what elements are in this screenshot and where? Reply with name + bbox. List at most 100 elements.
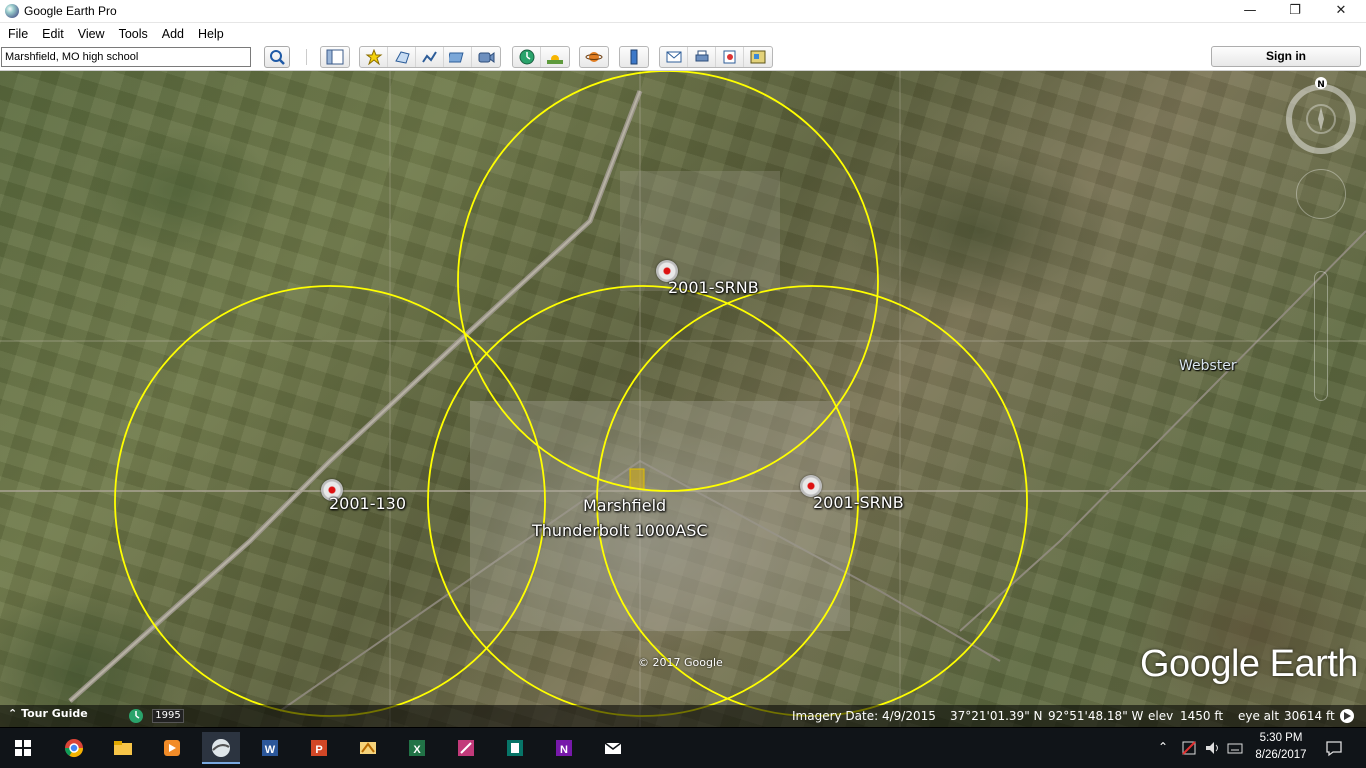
- excel-icon: X: [409, 740, 425, 756]
- town-label-webster: Webster: [1179, 358, 1237, 374]
- word-icon: W: [262, 740, 278, 756]
- taskbar-clock-time[interactable]: 5:30 PM: [1250, 732, 1312, 744]
- sunlight-icon: [547, 55, 563, 64]
- compass-control[interactable]: N: [1281, 77, 1361, 157]
- taskbar-media-player[interactable]: [153, 732, 191, 764]
- switch-planet-button[interactable]: [580, 47, 608, 67]
- historical-imagery-icon: [519, 49, 535, 65]
- elevation-label: elev: [1148, 709, 1174, 723]
- mail-icon: [604, 742, 622, 754]
- folder-icon: [114, 741, 132, 755]
- subdivision-area: [620, 171, 780, 291]
- taskbar-onenote[interactable]: N: [545, 732, 583, 764]
- search-button[interactable]: [264, 46, 290, 68]
- taskbar-powerpoint[interactable]: P: [300, 732, 338, 764]
- show-hidden-icons-chevron-icon[interactable]: ⌃: [1158, 740, 1168, 754]
- google-earth-window: Google Earth Pro — ❐ ✕ File Edit View Tools…: [0, 0, 1366, 768]
- imagery-copyright: © 2017 Google: [638, 656, 723, 669]
- historical-imagery-button[interactable]: [513, 47, 541, 67]
- maximize-button[interactable]: ❐: [1272, 0, 1318, 23]
- add-polygon-button[interactable]: [388, 47, 416, 67]
- sidebar-toggle-button[interactable]: [321, 47, 349, 67]
- view-in-maps-icon: [750, 50, 766, 64]
- record-tour-icon: [478, 52, 495, 63]
- imagery-date: Imagery Date: 4/9/2015: [792, 709, 936, 723]
- search-input[interactable]: [1, 47, 251, 67]
- taskbar-word[interactable]: W: [251, 732, 289, 764]
- ruler-button[interactable]: [620, 47, 648, 67]
- email-icon: [666, 51, 682, 63]
- historical-imagery-year[interactable]: 1995: [152, 709, 184, 723]
- publisher-icon: [507, 740, 523, 756]
- add-path-button[interactable]: [416, 47, 444, 67]
- close-button[interactable]: ✕: [1318, 0, 1364, 23]
- historical-imagery-status-icon[interactable]: [128, 708, 144, 724]
- road: [959, 230, 1366, 632]
- print-button[interactable]: [688, 47, 716, 67]
- placemark-label-center[interactable]: Marshfield: [583, 496, 666, 515]
- svg-text:W: W: [265, 744, 276, 756]
- print-icon: [695, 50, 709, 62]
- toolbar: [0, 43, 1366, 71]
- minimize-button[interactable]: —: [1227, 0, 1273, 23]
- eye-altitude-value: 30614 ft: [1284, 709, 1335, 723]
- taskbar-excel[interactable]: X: [398, 732, 436, 764]
- planet-icon: [585, 52, 603, 62]
- save-image-button[interactable]: [716, 47, 744, 67]
- earth-map-view[interactable]: 2001-SRNB 2001-130 2001-SRNB Marshfield …: [0, 71, 1366, 727]
- svg-text:N: N: [560, 744, 568, 756]
- windows-logo-icon: [15, 740, 31, 756]
- taskbar-sketch-app[interactable]: [349, 732, 387, 764]
- school-building-outline: [629, 468, 645, 490]
- view-in-maps-button[interactable]: [744, 47, 772, 67]
- look-joystick[interactable]: [1296, 169, 1346, 219]
- windows-taskbar: W P X N ⌃ 5:30 PM 8/26/2017: [0, 728, 1366, 768]
- taskbar-clock-date[interactable]: 8/26/2017: [1250, 749, 1312, 761]
- add-placemark-button[interactable]: [360, 47, 388, 67]
- window-title: Google Earth Pro: [24, 4, 117, 18]
- elevation-value: 1450 ft: [1180, 709, 1224, 723]
- windows-start-button[interactable]: [4, 732, 42, 764]
- zoom-slider[interactable]: [1314, 271, 1328, 401]
- sunlight-button[interactable]: [541, 47, 569, 67]
- taskbar-onenote-purple[interactable]: [447, 732, 485, 764]
- email-button[interactable]: [660, 47, 688, 67]
- record-tour-button[interactable]: [472, 47, 500, 67]
- sidebar-icon: [326, 49, 344, 65]
- taskbar-publisher[interactable]: [496, 732, 534, 764]
- taskbar-chrome[interactable]: [55, 732, 93, 764]
- keyboard-icon[interactable]: [1227, 740, 1243, 756]
- taskbar-file-explorer[interactable]: [104, 732, 142, 764]
- action-center-icon[interactable]: [1325, 739, 1343, 757]
- taskbar-mail[interactable]: [594, 732, 632, 764]
- ruler-icon: [630, 49, 638, 65]
- taskbar-google-earth[interactable]: [202, 732, 240, 764]
- path-icon: [422, 51, 437, 63]
- placemark-label-east[interactable]: 2001-SRNB: [813, 493, 904, 512]
- add-tools-group: [359, 46, 501, 68]
- compass-north-letter: N: [1317, 80, 1325, 90]
- placemark-label-north[interactable]: 2001-SRNB: [668, 278, 759, 297]
- image-overlay-icon: [449, 52, 464, 63]
- save-image-icon: [723, 50, 736, 64]
- planets-group: [579, 46, 609, 68]
- menu-bar: File Edit View Tools Add Help: [0, 23, 1366, 43]
- status-bar: ⌃ Tour Guide 1995 Imagery Date: 4/9/2015…: [0, 705, 1366, 727]
- map-overlay: [0, 71, 1366, 727]
- eye-altitude-label: eye alt: [1238, 709, 1280, 723]
- google-earth-logo: Google Earth: [1140, 643, 1358, 685]
- tour-guide-button[interactable]: ⌃ Tour Guide: [8, 707, 88, 725]
- network-disconnected-icon[interactable]: [1181, 740, 1197, 756]
- title-bar: Google Earth Pro — ❐ ✕: [0, 0, 1366, 23]
- onenote-icon: N: [556, 740, 572, 756]
- svg-text:P: P: [315, 744, 322, 756]
- polygon-icon: [395, 51, 410, 64]
- placemark-label-west[interactable]: 2001-130: [329, 494, 406, 513]
- sign-in-button[interactable]: Sign in: [1211, 46, 1361, 67]
- share-group: [659, 46, 773, 68]
- placemark-label-center-sub[interactable]: Thunderbolt 1000ASC: [532, 521, 708, 540]
- add-image-overlay-button[interactable]: [444, 47, 472, 67]
- svg-text:X: X: [413, 744, 421, 756]
- volume-icon[interactable]: [1204, 740, 1220, 756]
- placemark-icon: [365, 49, 383, 65]
